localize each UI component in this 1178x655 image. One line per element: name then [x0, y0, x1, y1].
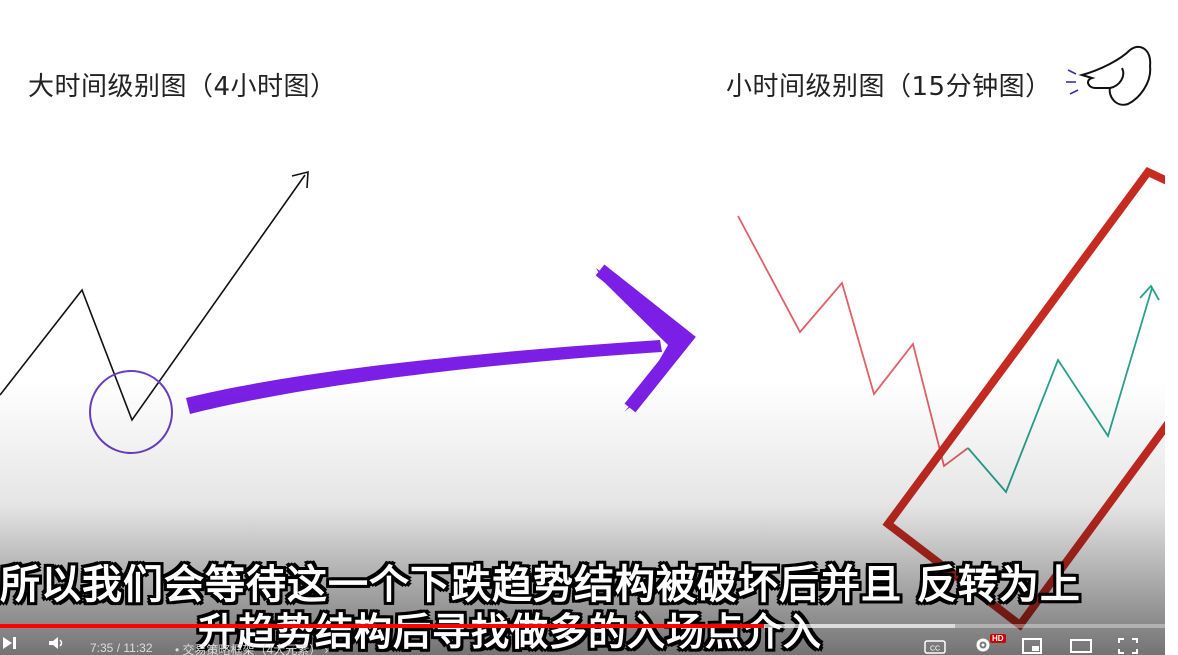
higher-timeframe-arrowhead [291, 170, 309, 189]
sparkle-icon [1066, 69, 1079, 95]
miniplayer-button[interactable] [1022, 638, 1042, 655]
hd-badge: HD [990, 634, 1006, 643]
transition-arrow-shaft [186, 340, 662, 414]
theater-button[interactable] [1070, 638, 1092, 655]
next-button[interactable] [2, 636, 18, 654]
volume-icon [49, 637, 63, 649]
fullscreen-icon [1118, 638, 1138, 654]
page-edge [1165, 0, 1178, 655]
captions-icon: CC [924, 640, 946, 654]
volume-button[interactable] [48, 636, 66, 654]
hand-pointer-icon [1078, 45, 1152, 106]
next-icon [3, 637, 16, 649]
fullscreen-button[interactable] [1118, 638, 1138, 655]
progress-buffer [764, 624, 956, 628]
player-controls: 7:35 / 11:32 • 交易策略框架（4大元素） › CC HD [0, 632, 1178, 655]
reversal-point-circle [89, 370, 173, 454]
captions-button[interactable]: CC [924, 640, 946, 655]
time-display: 7:35 / 11:32 [90, 641, 153, 655]
miniplayer-icon [1022, 638, 1042, 654]
uptrend-line [967, 287, 1153, 494]
chapter-title[interactable]: • 交易策略框架（4大元素） › [175, 641, 329, 655]
svg-text:CC: CC [930, 646, 940, 653]
theater-icon [1070, 639, 1092, 653]
progress-played[interactable] [0, 624, 765, 628]
downtrend-line [737, 215, 969, 468]
video-frame[interactable]: 大时间级别图（4小时图） 小时间级别图（15分钟图） 所以我们会等待这一个下跌趋 [0, 0, 1178, 655]
